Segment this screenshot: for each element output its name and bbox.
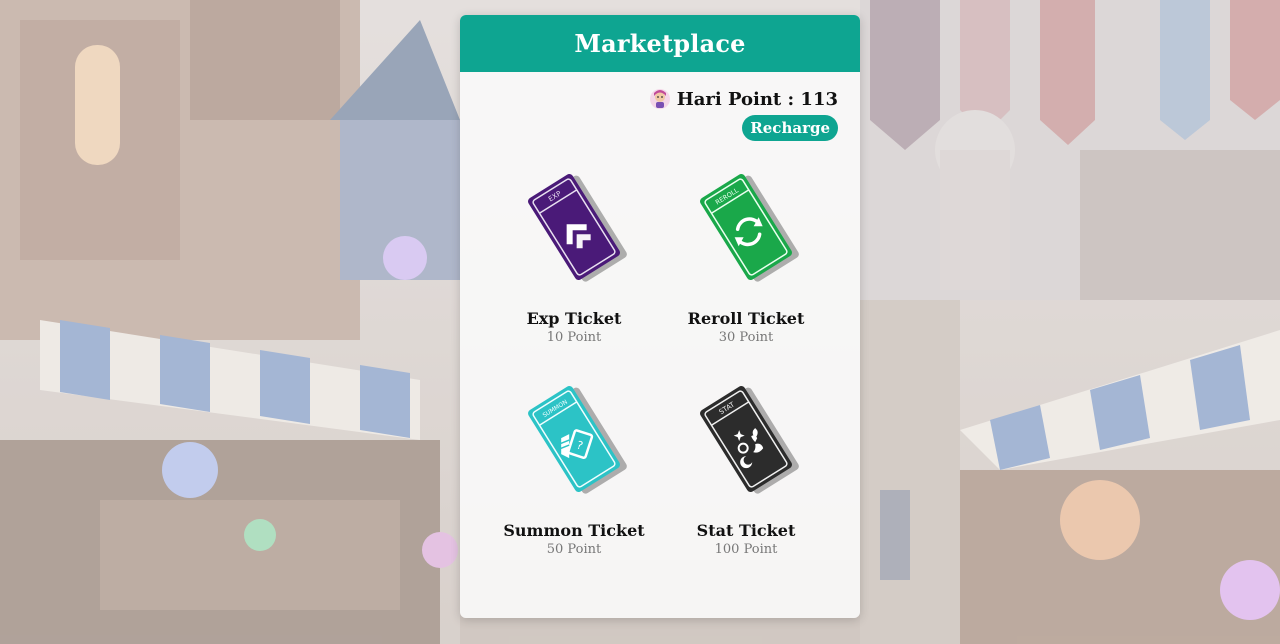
ticket-price: 100 Point bbox=[714, 542, 778, 557]
panel-header: Marketplace bbox=[460, 15, 860, 72]
reroll-ticket-icon: REROLL bbox=[700, 174, 799, 282]
recharge-button[interactable]: Recharge bbox=[742, 115, 838, 141]
summon-ticket-icon: SUMMON ? bbox=[528, 386, 627, 494]
ticket-name: Reroll Ticket bbox=[687, 309, 805, 328]
ticket-stat[interactable]: STAT Stat Ticket 100 Point bbox=[666, 379, 826, 557]
page-title: Marketplace bbox=[574, 29, 746, 58]
ticket-summon[interactable]: SUMMON ? Summon Ticket 50 Point bbox=[494, 379, 654, 557]
user-points: Hari Point : 113 bbox=[649, 88, 838, 110]
avatar-icon bbox=[649, 88, 671, 110]
ticket-reroll[interactable]: REROLL Reroll Ticket 30 Point bbox=[666, 167, 826, 345]
ticket-price: 10 Point bbox=[546, 330, 602, 345]
ticket-name: Exp Ticket bbox=[526, 309, 622, 328]
ticket-price: 30 Point bbox=[718, 330, 774, 345]
ticket-name: Summon Ticket bbox=[503, 521, 645, 540]
marketplace-panel: Marketplace Hari Point : 113 Recharge EX… bbox=[460, 15, 860, 618]
ticket-name: Stat Ticket bbox=[696, 521, 796, 540]
ticket-exp[interactable]: EXP Exp Ticket 10 Point bbox=[494, 167, 654, 345]
ticket-price: 50 Point bbox=[546, 542, 602, 557]
points-label: Hari Point : 113 bbox=[676, 88, 838, 110]
exp-ticket-icon: EXP bbox=[528, 174, 627, 282]
stat-ticket-icon: STAT bbox=[700, 386, 799, 494]
